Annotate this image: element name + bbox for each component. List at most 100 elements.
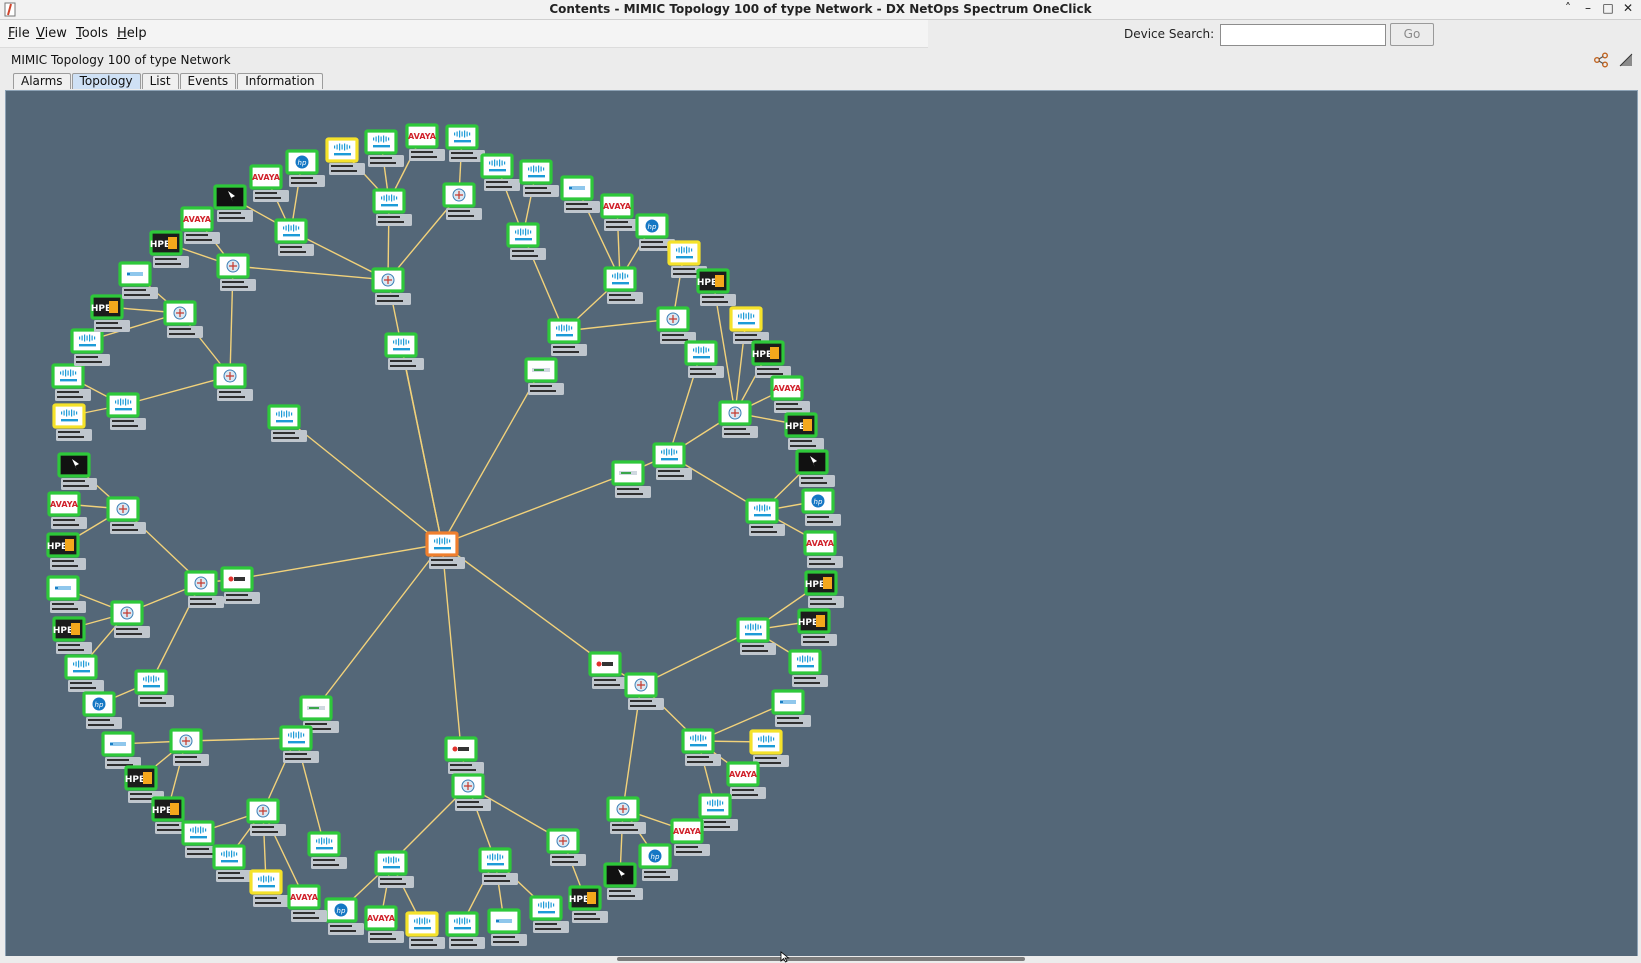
device-node[interactable]: hp bbox=[285, 149, 325, 187]
device-node[interactable] bbox=[364, 129, 404, 167]
device-node[interactable] bbox=[374, 850, 414, 888]
device-node[interactable] bbox=[249, 869, 289, 907]
device-node[interactable] bbox=[106, 392, 146, 430]
tab-alarms[interactable]: Alarms bbox=[13, 73, 71, 89]
device-node[interactable] bbox=[681, 728, 721, 766]
device-node[interactable]: HPE bbox=[568, 885, 608, 923]
device-node[interactable]: HPE bbox=[797, 608, 837, 646]
menu-view[interactable]: View bbox=[36, 26, 67, 41]
device-node[interactable] bbox=[718, 400, 758, 438]
device-node[interactable] bbox=[106, 496, 146, 534]
device-node[interactable] bbox=[788, 649, 828, 687]
device-node[interactable] bbox=[506, 222, 546, 260]
device-node[interactable]: AVAYA bbox=[803, 530, 843, 568]
device-node[interactable] bbox=[246, 798, 286, 836]
device-node[interactable] bbox=[110, 600, 150, 638]
panel-corner-icon[interactable] bbox=[1619, 53, 1633, 67]
device-node[interactable] bbox=[684, 340, 724, 378]
device-node[interactable] bbox=[307, 831, 347, 869]
device-node[interactable]: HPE bbox=[46, 532, 86, 570]
device-node[interactable] bbox=[771, 689, 811, 727]
device-node[interactable]: hp bbox=[82, 691, 122, 729]
device-node[interactable] bbox=[795, 449, 835, 487]
device-node[interactable] bbox=[51, 363, 91, 401]
tab-information[interactable]: Information bbox=[237, 73, 323, 89]
tab-events[interactable]: Events bbox=[179, 73, 237, 89]
device-node[interactable]: AVAYA bbox=[405, 123, 445, 161]
device-node[interactable] bbox=[547, 318, 587, 356]
device-node[interactable] bbox=[267, 404, 307, 442]
tab-list[interactable]: List bbox=[141, 73, 179, 89]
device-node[interactable] bbox=[213, 363, 253, 401]
device-node[interactable]: hp bbox=[324, 897, 364, 935]
device-node[interactable]: hp bbox=[801, 488, 841, 526]
device-node[interactable] bbox=[524, 357, 564, 395]
scrollbar-thumb[interactable] bbox=[617, 957, 1025, 961]
device-node[interactable] bbox=[442, 182, 482, 220]
device-node[interactable] bbox=[134, 669, 174, 707]
device-node[interactable] bbox=[169, 728, 209, 766]
device-node[interactable] bbox=[444, 736, 484, 774]
device-node[interactable] bbox=[184, 570, 224, 608]
menu-tools[interactable]: Tools bbox=[76, 26, 108, 41]
close-button[interactable]: ✕ bbox=[1621, 1, 1635, 15]
device-node[interactable]: AVAYA bbox=[249, 164, 289, 202]
device-node[interactable]: HPE bbox=[751, 340, 791, 378]
device-node[interactable] bbox=[325, 137, 365, 175]
device-node[interactable] bbox=[560, 175, 600, 213]
device-node[interactable] bbox=[163, 300, 203, 338]
device-node[interactable] bbox=[405, 911, 445, 949]
device-node[interactable] bbox=[606, 796, 646, 834]
device-node[interactable] bbox=[371, 267, 411, 305]
device-node[interactable] bbox=[445, 911, 485, 949]
device-node[interactable]: hp bbox=[638, 843, 678, 881]
device-node[interactable] bbox=[52, 403, 92, 441]
device-node[interactable] bbox=[529, 895, 569, 933]
device-node[interactable] bbox=[451, 773, 491, 811]
go-button[interactable]: Go bbox=[1390, 23, 1434, 46]
device-node[interactable]: AVAYA bbox=[287, 884, 327, 922]
device-node[interactable] bbox=[480, 153, 520, 191]
device-node[interactable] bbox=[588, 651, 628, 689]
device-node[interactable] bbox=[57, 452, 97, 490]
device-node[interactable]: HPE bbox=[149, 230, 189, 268]
device-node[interactable] bbox=[519, 159, 559, 197]
device-node[interactable] bbox=[425, 531, 465, 569]
device-node[interactable] bbox=[729, 306, 769, 344]
device-node[interactable]: HPE bbox=[696, 268, 736, 306]
device-node[interactable] bbox=[213, 184, 253, 222]
device-node[interactable] bbox=[384, 332, 424, 370]
device-node[interactable]: HPE bbox=[52, 616, 92, 654]
device-node[interactable] bbox=[101, 731, 141, 769]
device-node[interactable] bbox=[652, 442, 692, 480]
tab-topology[interactable]: Topology bbox=[71, 73, 141, 89]
device-node[interactable] bbox=[445, 124, 485, 162]
minimize-button[interactable]: – bbox=[1581, 1, 1595, 15]
device-node[interactable]: HPE bbox=[90, 294, 130, 332]
device-node[interactable] bbox=[487, 908, 527, 946]
device-node[interactable] bbox=[656, 306, 696, 344]
device-node[interactable]: HPE bbox=[784, 412, 824, 450]
device-node[interactable] bbox=[216, 253, 256, 291]
topology-canvas[interactable]: HPE HPE AVAYA AVAYA hp AVAYA AVAYA hp HPE HPE AVAY… bbox=[5, 90, 1638, 960]
device-node[interactable]: AVAYA bbox=[364, 905, 404, 943]
device-node[interactable] bbox=[274, 218, 314, 256]
device-node[interactable] bbox=[546, 828, 586, 866]
device-node[interactable]: AVAYA bbox=[47, 491, 87, 529]
device-node[interactable] bbox=[478, 847, 518, 885]
shade-button[interactable]: ˄ bbox=[1561, 1, 1575, 15]
maximize-button[interactable]: □ bbox=[1601, 1, 1615, 15]
menu-file[interactable]: File bbox=[8, 26, 30, 41]
device-node[interactable]: AVAYA bbox=[770, 375, 810, 413]
device-node[interactable]: AVAYA bbox=[726, 761, 766, 799]
device-node[interactable] bbox=[118, 261, 158, 299]
horizontal-scrollbar[interactable] bbox=[0, 956, 1641, 963]
device-node[interactable] bbox=[745, 498, 785, 536]
device-node[interactable] bbox=[212, 844, 252, 882]
device-node[interactable] bbox=[220, 566, 260, 604]
device-node[interactable] bbox=[372, 188, 412, 226]
device-node[interactable] bbox=[698, 793, 738, 831]
device-search-input[interactable] bbox=[1220, 24, 1386, 46]
device-node[interactable]: HPE bbox=[804, 570, 844, 608]
device-node[interactable]: AVAYA bbox=[180, 206, 220, 244]
